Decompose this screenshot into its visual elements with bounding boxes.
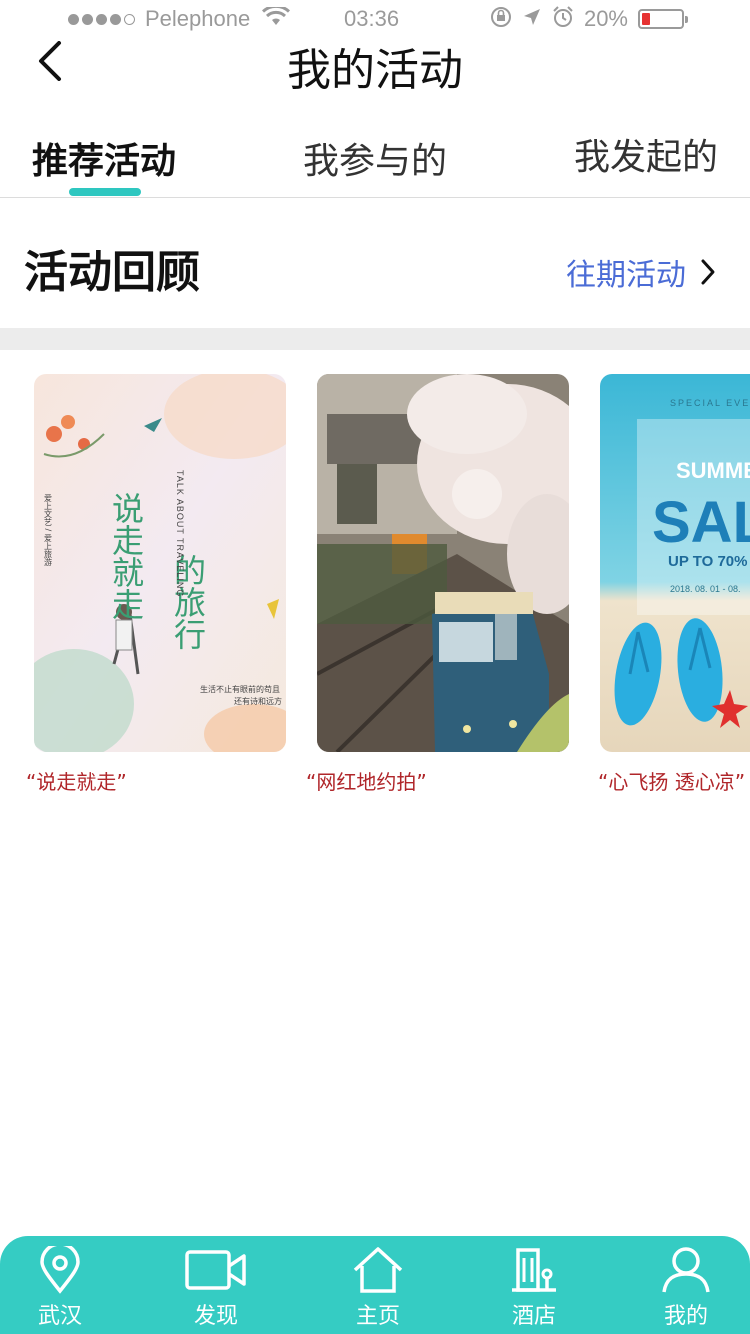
poster-quote-line-2: 还有诗和远方 [234, 696, 282, 706]
bottom-tab-home[interactable]: 主页 [338, 1246, 418, 1330]
tab-bar: 推荐活动 我参与的 我发起的 [0, 124, 750, 198]
tab-recommended[interactable]: 推荐活动 [32, 132, 176, 184]
summer-sale-poster-image: SPECIAL EVE SUMMER SAL UP TO 70% O 2018.… [600, 374, 750, 752]
tab-created[interactable]: 我发起的 [574, 128, 718, 180]
bottom-tab-discover-label: 发现 [193, 1304, 238, 1329]
bottom-tab-discover[interactable]: 发现 [176, 1246, 256, 1330]
poster-english-text: TALK ABOUT TRAVELING [175, 470, 185, 597]
location-pin-icon [40, 1246, 80, 1294]
bottom-tab-bar: 武汉 发现 主页 酒店 我的 [0, 1236, 750, 1334]
poster-discount-text: UP TO 70% O [668, 553, 750, 570]
poster-summer-text: SUMMER [676, 458, 750, 483]
activity-card-photoshoot[interactable] [317, 374, 569, 752]
bottom-tab-home-label: 主页 [355, 1304, 400, 1329]
page-title: 我的活动 [287, 45, 463, 96]
section-title: 活动回顾 [24, 247, 200, 298]
travel-poster-image: 说走就走 的旅行 TALK ABOUT TRAVELING 爱上文艺 / 爱上旅… [34, 374, 286, 752]
past-activities-link[interactable]: 往期活动 [566, 250, 716, 294]
user-icon [662, 1247, 710, 1293]
video-camera-icon [185, 1250, 246, 1290]
bottom-tab-wuhan-label: 武汉 [37, 1304, 82, 1329]
past-activities-label: 往期活动 [566, 258, 686, 293]
poster-quote-line-1: 生活不止有眼前的苟且 [200, 684, 280, 694]
battery-icon [638, 9, 688, 29]
bottom-tab-hotel-label: 酒店 [511, 1304, 556, 1329]
activity-card-photoshoot-caption[interactable]: “网红地约拍” [306, 766, 427, 795]
nav-bar: 我的活动 [0, 28, 750, 96]
bottom-tab-hotel[interactable]: 酒店 [494, 1246, 574, 1330]
poster-date-text: 2018. 08. 01 - 08. [670, 584, 741, 594]
active-tab-indicator [69, 188, 141, 196]
tram-photo-image [317, 374, 569, 752]
home-icon [353, 1247, 403, 1293]
bottom-tab-wuhan[interactable]: 武汉 [20, 1246, 100, 1330]
poster-side-text: 爱上文艺 / 爱上旅游 [44, 494, 53, 567]
poster-top-text: SPECIAL EVE [670, 398, 750, 408]
poster-sale-text: SAL [652, 490, 750, 555]
bottom-tab-me-label: 我的 [663, 1304, 708, 1329]
activity-card-travel[interactable]: 说走就走 的旅行 TALK ABOUT TRAVELING 爱上文艺 / 爱上旅… [34, 374, 286, 752]
activity-card-summer-caption[interactable]: “心飞扬 透心凉” [598, 766, 745, 795]
chevron-right-icon [701, 259, 715, 285]
activity-card-travel-caption[interactable]: “说走就走” [26, 766, 127, 795]
hotel-building-icon [512, 1248, 556, 1292]
bottom-tab-me[interactable]: 我的 [646, 1246, 726, 1330]
tab-joined[interactable]: 我参与的 [303, 132, 447, 184]
poster-main-text: 说走就走 [107, 492, 145, 620]
activity-card-summer[interactable]: SPECIAL EVE SUMMER SAL UP TO 70% O 2018.… [600, 374, 750, 752]
signal-strength-icon [68, 13, 135, 25]
section-divider [0, 328, 750, 350]
